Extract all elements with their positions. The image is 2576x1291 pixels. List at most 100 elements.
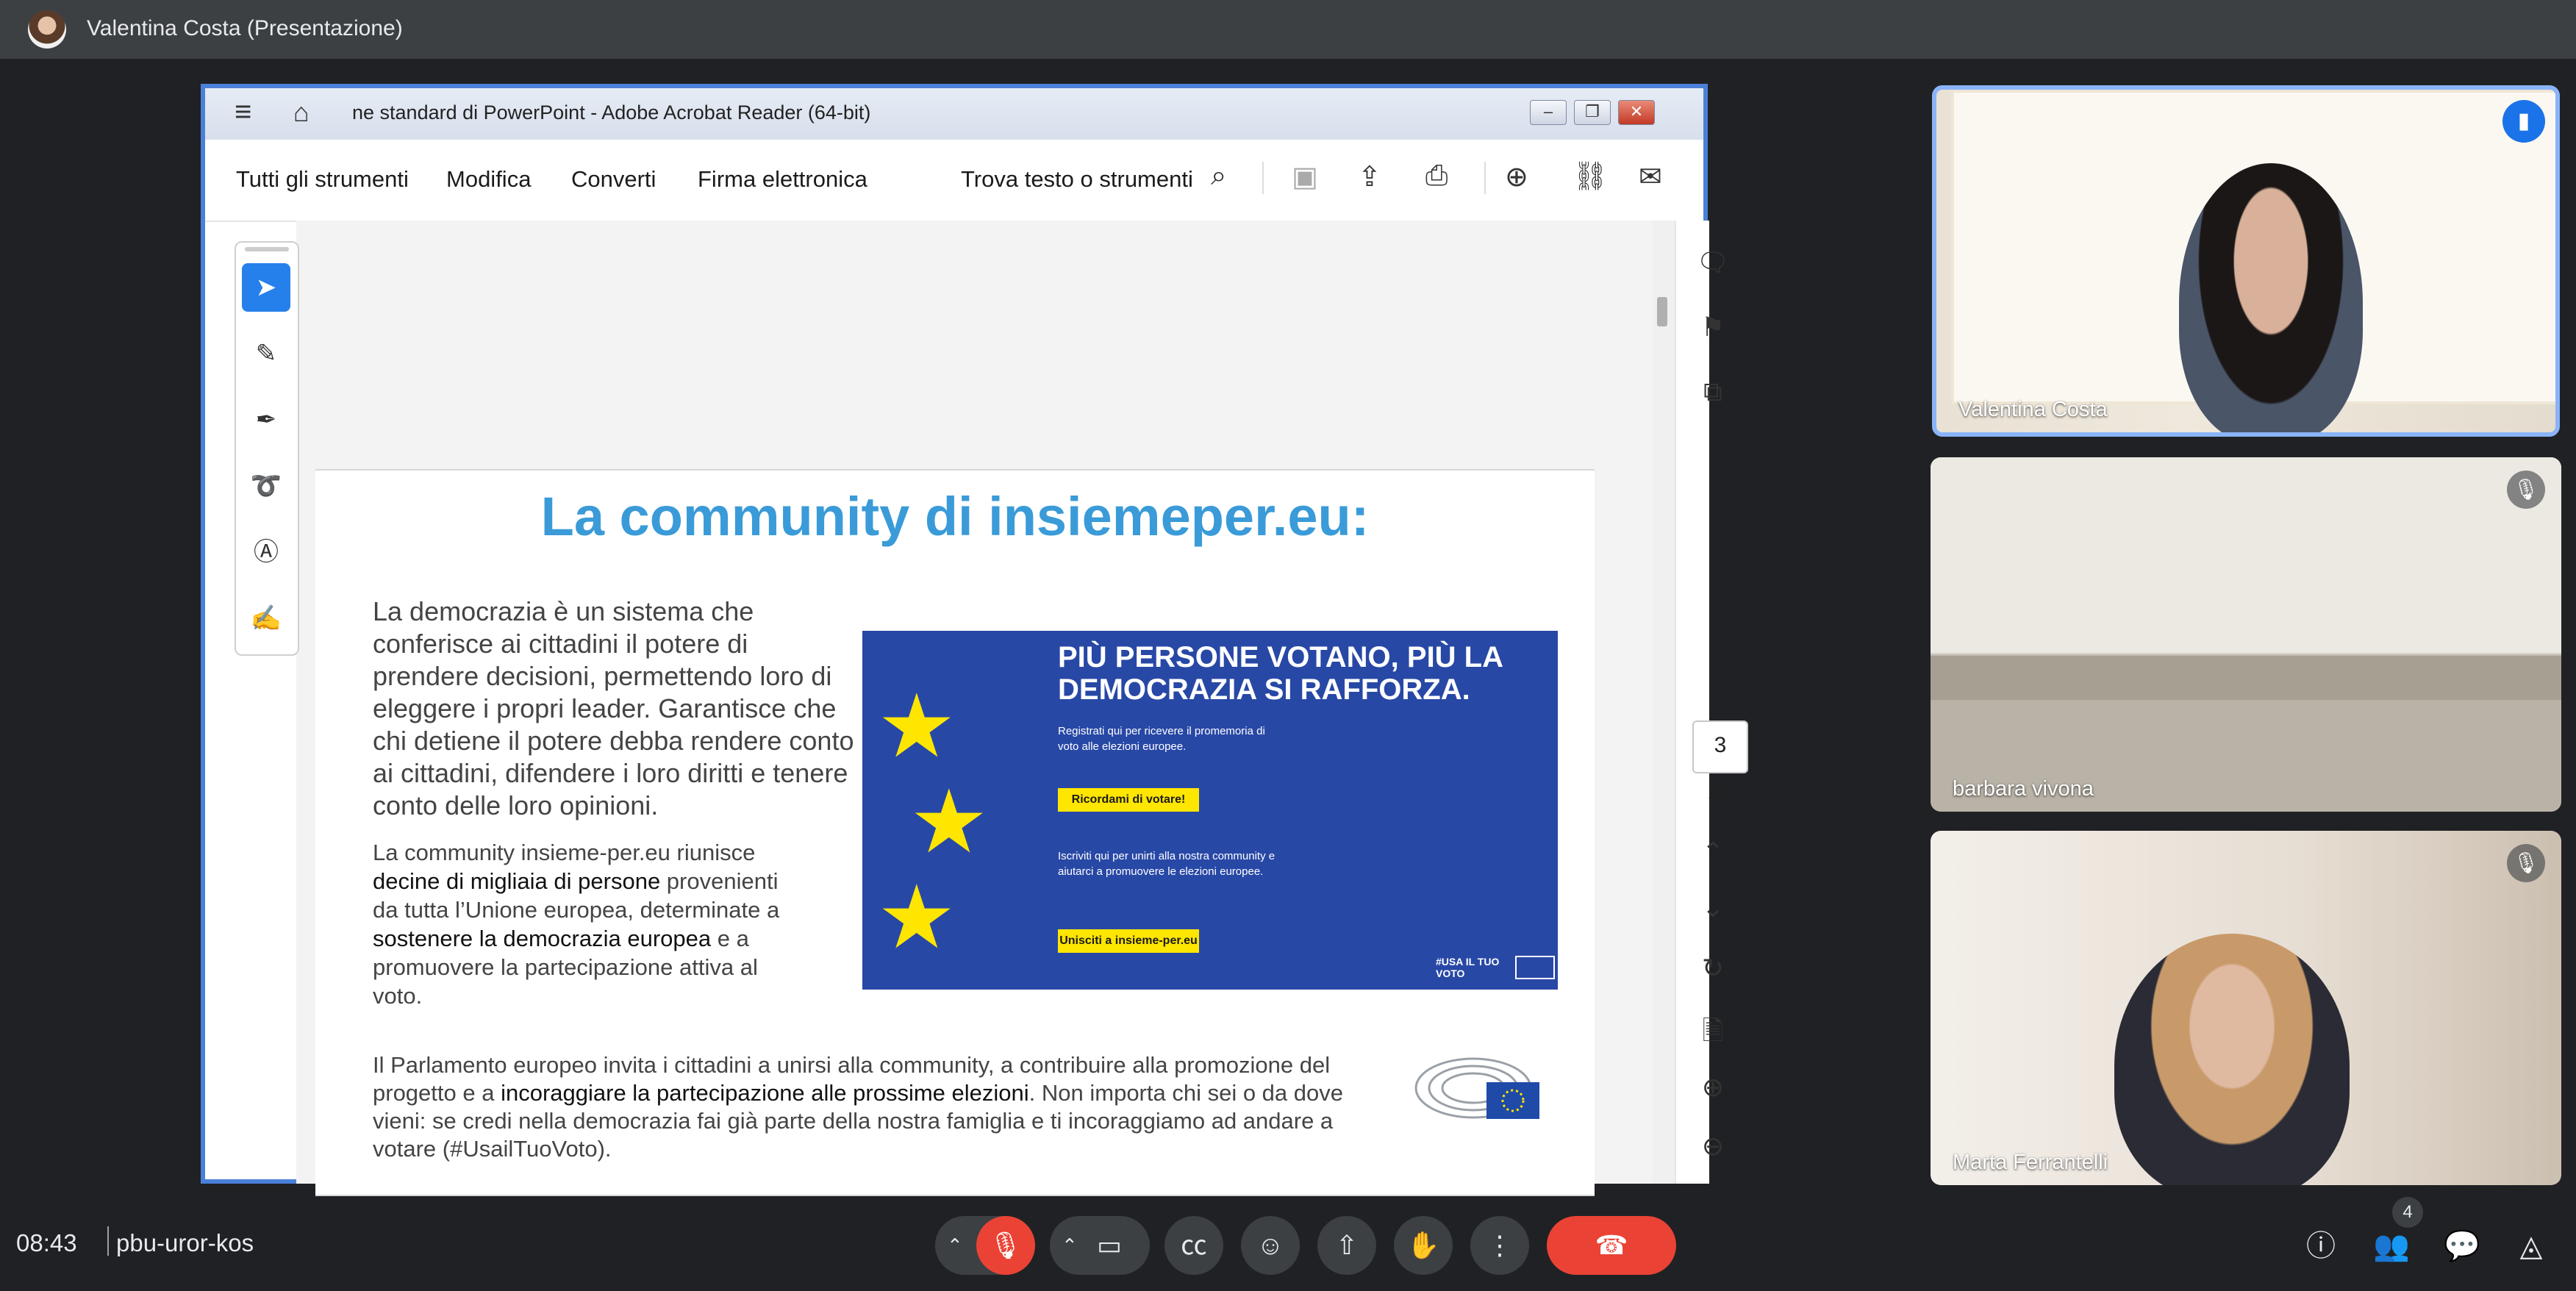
- vote-banner: ★ ★ ★ PIÙ PERSONE VOTANO, PIÙ LA DEMOCRA…: [862, 631, 1558, 990]
- present-button[interactable]: ⇧: [1317, 1216, 1376, 1275]
- classroom-video: [1931, 457, 2561, 812]
- share-user-icon[interactable]: ⊕: [1505, 160, 1528, 193]
- banner-text-1: Registrati qui per ricevere il promemori…: [1058, 725, 1265, 753]
- participant-video: [2179, 163, 2363, 432]
- captions-button[interactable]: ㏄: [1164, 1216, 1223, 1275]
- bookmarks-icon[interactable]: ⚑: [1691, 312, 1735, 343]
- camera-control[interactable]: ⌃ ▭: [1050, 1216, 1150, 1275]
- meeting-code: pbu-uror-kos: [116, 1229, 254, 1256]
- presenter-bar: Valentina Costa (Presentazione): [0, 0, 2576, 59]
- home-icon[interactable]: ⌂: [293, 97, 310, 128]
- close-button[interactable]: ✕: [1618, 100, 1655, 125]
- slide-paragraph-3: Il Parlamento europeo invita i cittadini…: [373, 1052, 1343, 1162]
- participant-tile-valentina[interactable]: ▮ Valentina Costa: [1932, 85, 2560, 437]
- menu-divider: [1484, 162, 1486, 194]
- comments-panel-icon[interactable]: 🗨: [1691, 247, 1735, 278]
- search-tools-label[interactable]: Trova testo o strumenti: [961, 166, 1193, 193]
- mic-off-icon[interactable]: 🎙: [976, 1216, 1035, 1275]
- scrollbar-thumb[interactable]: [1657, 297, 1667, 326]
- menu-divider: [1262, 162, 1264, 194]
- more-options-button[interactable]: ⋮: [1470, 1216, 1529, 1275]
- upload-cloud-icon[interactable]: ⇪: [1358, 160, 1381, 193]
- total-pages: 38: [1708, 782, 1733, 807]
- window-title: ne standard di PowerPoint - Adobe Acroba…: [352, 101, 871, 124]
- acrobat-titlebar: ≡ ⌂ ne standard di PowerPoint - Adobe Ac…: [205, 88, 1703, 140]
- current-page-field[interactable]: 3: [1692, 720, 1748, 773]
- acrobat-menubar: Tutti gli strumenti Modifica Converti Fi…: [205, 140, 1703, 222]
- pages-copy-icon[interactable]: ⧉: [1691, 376, 1735, 408]
- divider: [107, 1226, 109, 1256]
- mail-icon[interactable]: ✉: [1639, 160, 1662, 193]
- european-parliament-logo: [1414, 1057, 1539, 1119]
- clock: 08:43: [16, 1229, 77, 1256]
- mic-control[interactable]: ⌃ 🎙: [935, 1216, 1035, 1275]
- hang-up-icon: ☎: [1595, 1230, 1628, 1260]
- rail-grip[interactable]: [245, 247, 289, 251]
- hand-icon: ✋: [1406, 1230, 1440, 1260]
- vertical-scrollbar[interactable]: [1653, 221, 1675, 1184]
- eu-flag-icon: [1514, 956, 1555, 979]
- slide-paragraph-1: La democrazia è un sistema che conferisc…: [373, 596, 854, 820]
- banner-text-2: Iscriviti qui per unirti alla nostra com…: [1058, 850, 1276, 878]
- chevron-up-icon[interactable]: ⌃: [947, 1216, 963, 1275]
- minimize-button[interactable]: ‒: [1530, 100, 1567, 125]
- raise-hand-button[interactable]: ✋: [1394, 1216, 1453, 1275]
- star-icon: ★: [909, 773, 989, 871]
- activities-icon[interactable]: ◬: [2505, 1220, 2557, 1272]
- star-icon: ★: [877, 677, 956, 776]
- slide-title: La community di insiemeper.eu:: [540, 486, 1370, 547]
- right-panel: 🗨 ⚑ ⧉ 3 38 ⌃ ⌄ ↻ 🗎 ⊕ ⊖: [1675, 221, 1748, 1184]
- people-icon[interactable]: 👥: [2366, 1220, 2417, 1272]
- tool-rail: ➤ ✎ ✒ ➰ Ⓐ ✍: [235, 241, 299, 656]
- chevron-up-icon[interactable]: ⌃: [1691, 837, 1735, 868]
- mic-off-icon: 🎙: [2507, 844, 2545, 882]
- participant-video: [2114, 934, 2350, 1185]
- freehand-draw-icon[interactable]: ➰: [242, 462, 290, 510]
- menu-all-tools[interactable]: Tutti gli strumenti: [236, 166, 409, 193]
- banner-button-join: Unisciti a insieme-per.eu: [1058, 929, 1199, 953]
- reactions-button[interactable]: ☺: [1241, 1216, 1300, 1275]
- document-canvas[interactable]: La community di insiemeper.eu: La democr…: [296, 221, 1653, 1196]
- usailtuovoto-logo: #USA IL TUO VOTO: [1436, 956, 1555, 979]
- zoom-in-icon[interactable]: ⊕: [1691, 1072, 1735, 1103]
- desk-row: [1931, 656, 2561, 700]
- chevron-up-icon[interactable]: ⌃: [1062, 1216, 1078, 1275]
- participant-tile-barbara[interactable]: 🎙 barbara vivona: [1931, 457, 2561, 812]
- save-icon[interactable]: ▣: [1292, 160, 1318, 193]
- info-icon[interactable]: ⓘ: [2295, 1220, 2347, 1272]
- chat-icon[interactable]: 💬: [2436, 1220, 2488, 1272]
- slide-paragraph-2: La community insieme-per.eu riunisce dec…: [373, 840, 780, 1009]
- leave-call-button[interactable]: ☎: [1547, 1216, 1676, 1275]
- text-field-icon[interactable]: Ⓐ: [242, 528, 290, 576]
- participant-tile-marta[interactable]: 🎙 Marta Ferrantelli: [1931, 831, 2561, 1185]
- chevron-down-icon[interactable]: ⌄: [1691, 893, 1735, 923]
- participant-name: Marta Ferrantelli: [1953, 1151, 2108, 1174]
- banner-heading: PIÙ PERSONE VOTANO, PIÙ LA DEMOCRAZIA SI…: [1058, 641, 1503, 706]
- link-icon[interactable]: ⛓: [1573, 160, 1608, 193]
- zoom-out-icon[interactable]: ⊖: [1691, 1131, 1735, 1162]
- acrobat-window: ≡ ⌂ ne standard di PowerPoint - Adobe Ac…: [201, 84, 1748, 1196]
- page-settings-icon[interactable]: 🗎: [1691, 1012, 1735, 1056]
- presenter-label: Valentina Costa (Presentazione): [87, 16, 403, 40]
- highlight-pen-icon[interactable]: ✒: [242, 396, 290, 444]
- star-icon: ★: [877, 868, 956, 967]
- participant-name: barbara vivona: [1953, 777, 2094, 801]
- menu-edit[interactable]: Modifica: [446, 166, 531, 193]
- refresh-icon[interactable]: ↻: [1691, 953, 1735, 984]
- menu-convert[interactable]: Converti: [571, 166, 656, 193]
- menu-esign[interactable]: Firma elettronica: [698, 166, 867, 193]
- fill-sign-icon[interactable]: ✍: [242, 594, 290, 643]
- search-icon[interactable]: ⌕: [1211, 160, 1226, 192]
- banner-button-remind: Ricordami di votare!: [1058, 788, 1199, 812]
- add-comment-icon[interactable]: ✎: [242, 329, 290, 378]
- maximize-button[interactable]: ❐: [1574, 100, 1611, 125]
- camera-icon[interactable]: ▭: [1097, 1216, 1122, 1275]
- present-screen-icon: ⇧: [1335, 1230, 1359, 1260]
- print-icon[interactable]: ⎙: [1425, 160, 1448, 192]
- captions-icon: ㏄: [1180, 1230, 1207, 1260]
- select-pointer-icon[interactable]: ➤: [242, 263, 290, 312]
- slide-page: La community di insiemeper.eu: La democr…: [315, 469, 1595, 1196]
- hamburger-menu-icon[interactable]: ≡: [235, 96, 251, 129]
- emoji-icon: ☺: [1256, 1230, 1284, 1260]
- participant-count-badge: 4: [2392, 1197, 2423, 1228]
